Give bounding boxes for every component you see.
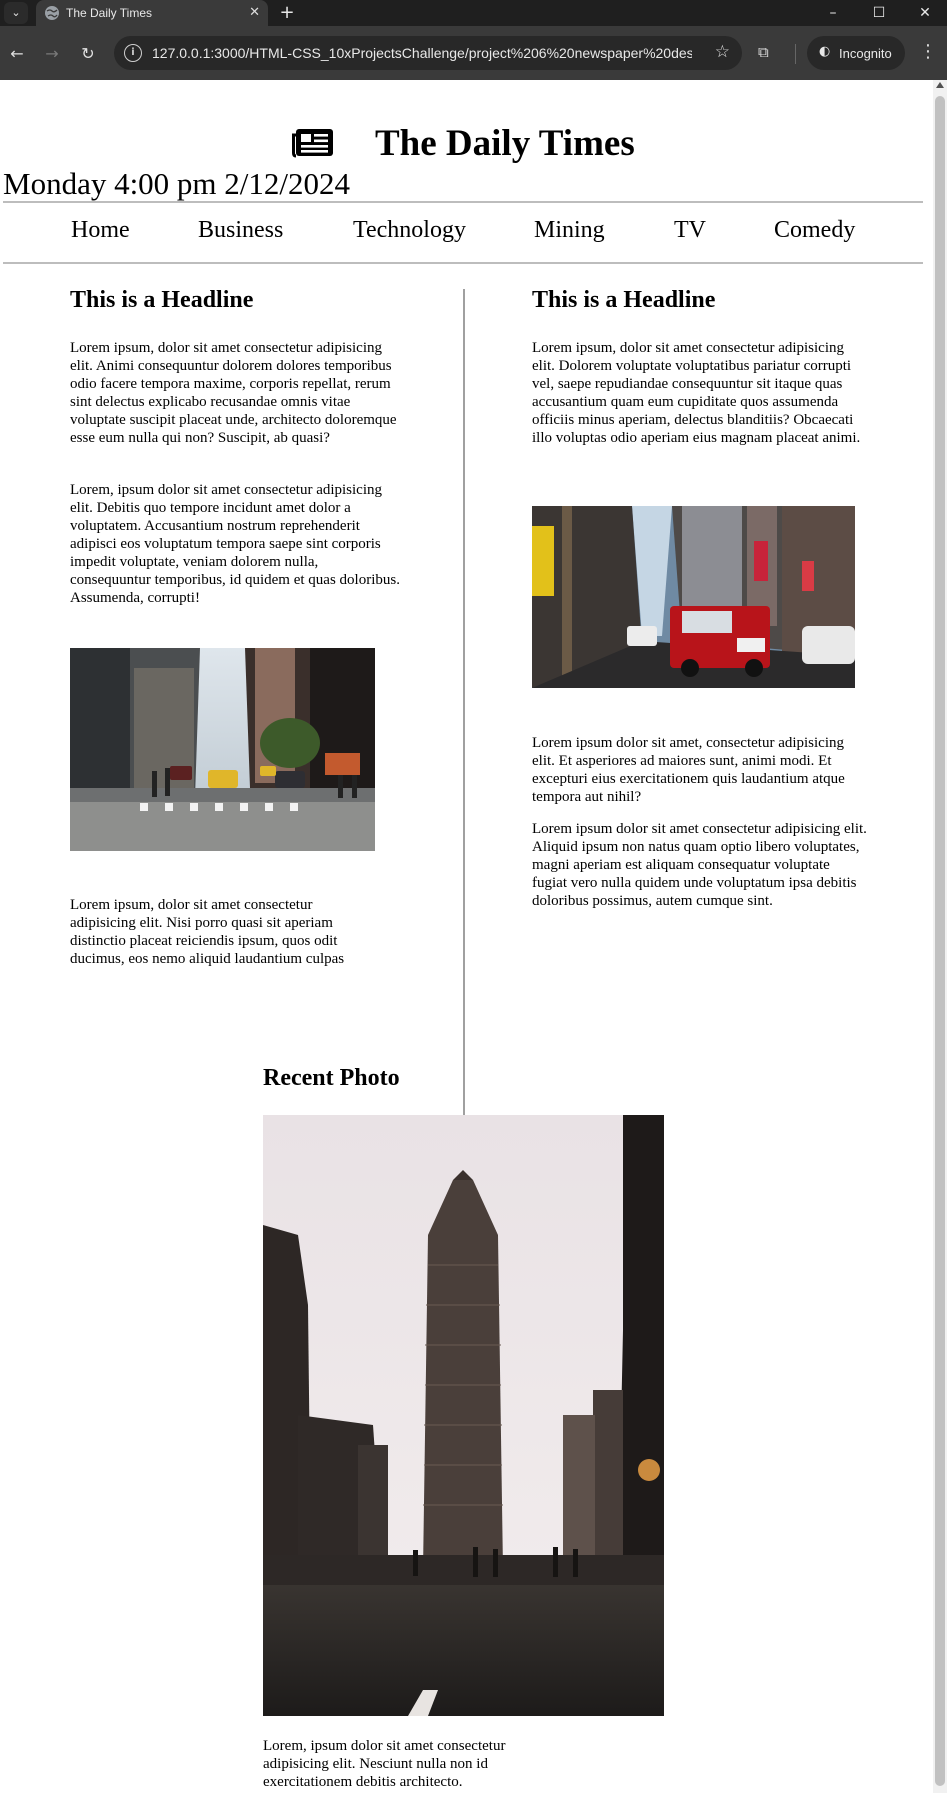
- reload-icon[interactable]: ↻: [77, 43, 99, 65]
- column-divider: [463, 289, 465, 1119]
- flatiron-building-photo: [263, 1115, 664, 1716]
- nav-item-home[interactable]: Home: [71, 217, 130, 244]
- right-article-paragraph-2: Lorem ipsum dolor sit amet, consectetur …: [532, 735, 845, 805]
- site-title: The Daily Times: [375, 123, 635, 164]
- new-tab-button[interactable]: +: [276, 2, 298, 24]
- extensions-icon[interactable]: ⧉: [758, 43, 780, 65]
- right-article-paragraph-3: Lorem ipsum dolor sit amet consectetur a…: [532, 821, 867, 909]
- close-window-icon[interactable]: ✕: [903, 0, 947, 26]
- header-rule-top: [3, 201, 923, 203]
- right-article-paragraph-1: Lorem ipsum, dolor sit amet consectetur …: [532, 340, 861, 446]
- browser-menu-icon[interactable]: ⋮: [918, 41, 938, 65]
- bookmark-star-icon[interactable]: ☆: [715, 42, 730, 62]
- nav-item-technology[interactable]: Technology: [353, 217, 466, 244]
- recent-photo-caption: Lorem, ipsum dolor sit amet consectetur …: [263, 1738, 506, 1790]
- page-scrollbar[interactable]: [933, 80, 947, 1793]
- tab-title: The Daily Times: [66, 6, 153, 20]
- street-crossing-photo: [70, 648, 375, 851]
- browser-toolbar: ← → ↻ i 127.0.0.1:3000/HTML-CSS_10xProje…: [0, 26, 947, 80]
- scroll-up-arrow-icon[interactable]: [936, 82, 944, 88]
- toolbar-divider: [795, 44, 796, 64]
- right-article-headline: This is a Headline: [532, 287, 716, 313]
- close-tab-icon[interactable]: ✕: [249, 5, 260, 20]
- back-arrow-icon[interactable]: ←: [6, 43, 28, 65]
- site-info-icon[interactable]: i: [124, 44, 142, 62]
- browser-tab[interactable]: The Daily Times ✕: [36, 0, 268, 26]
- incognito-label: Incognito: [839, 46, 892, 61]
- tab-search-button[interactable]: ⌄: [4, 2, 28, 24]
- nav-item-business[interactable]: Business: [198, 217, 283, 244]
- browser-tab-strip: ⌄ The Daily Times ✕ + – ☐ ✕: [0, 0, 947, 26]
- left-article-paragraph-2: Lorem, ipsum dolor sit amet consectetur …: [70, 482, 400, 606]
- fire-truck-street-photo: [532, 506, 855, 688]
- dateline: Monday 4:00 pm 2/12/2024: [3, 166, 351, 201]
- minimize-window-icon[interactable]: –: [811, 0, 855, 26]
- nav-item-mining[interactable]: Mining: [534, 217, 605, 244]
- recent-photo-title: Recent Photo: [263, 1065, 400, 1091]
- left-article-headline: This is a Headline: [70, 287, 254, 313]
- incognito-indicator[interactable]: ◐ Incognito: [807, 36, 905, 70]
- page-viewport: The Daily Times Monday 4:00 pm 2/12/2024…: [0, 80, 947, 1793]
- address-bar[interactable]: i 127.0.0.1:3000/HTML-CSS_10xProjectsCha…: [114, 36, 742, 70]
- nav-item-comedy[interactable]: Comedy: [774, 217, 855, 244]
- nav-item-tv[interactable]: TV: [674, 217, 706, 244]
- url-text[interactable]: 127.0.0.1:3000/HTML-CSS_10xProjectsChall…: [152, 45, 692, 61]
- newspaper-icon: [292, 129, 333, 158]
- forward-arrow-icon[interactable]: →: [41, 43, 63, 65]
- maximize-window-icon[interactable]: ☐: [857, 0, 901, 26]
- left-article-paragraph-3: Lorem ipsum, dolor sit amet consectetur …: [70, 897, 345, 967]
- globe-icon: [45, 6, 59, 20]
- incognito-icon: ◐: [819, 44, 831, 59]
- left-article-paragraph-1: Lorem ipsum, dolor sit amet consectetur …: [70, 340, 397, 446]
- header-rule-bottom: [3, 262, 923, 264]
- scrollbar-thumb[interactable]: [935, 96, 945, 1786]
